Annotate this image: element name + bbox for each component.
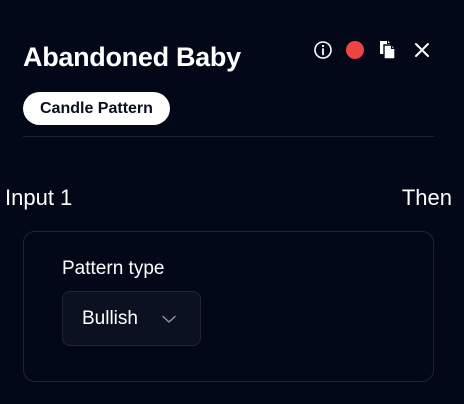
status-dot-icon (346, 41, 364, 59)
close-icon (415, 43, 429, 57)
header-divider (23, 136, 434, 137)
copy-button[interactable] (374, 36, 400, 64)
info-button[interactable] (310, 36, 336, 64)
status-button[interactable] (342, 36, 368, 64)
node-toolbar (310, 36, 438, 64)
pattern-type-value: Bullish (82, 308, 138, 329)
chevron-down-icon (162, 315, 176, 323)
settings-card: Pattern type Bullish (23, 231, 434, 382)
input-port-label[interactable]: Input 1 (5, 184, 72, 212)
category-badge: Candle Pattern (23, 92, 170, 125)
node-title: Abandoned Baby (23, 42, 241, 72)
info-icon (314, 41, 332, 59)
copy-icon (380, 41, 396, 60)
pattern-type-select[interactable]: Bullish (62, 291, 201, 346)
output-port-label[interactable]: Then (402, 184, 452, 212)
node-panel: Abandoned Baby Candle Pattern Input 1 Th… (0, 0, 464, 404)
close-button[interactable] (409, 36, 435, 64)
pattern-type-label: Pattern type (62, 258, 165, 279)
